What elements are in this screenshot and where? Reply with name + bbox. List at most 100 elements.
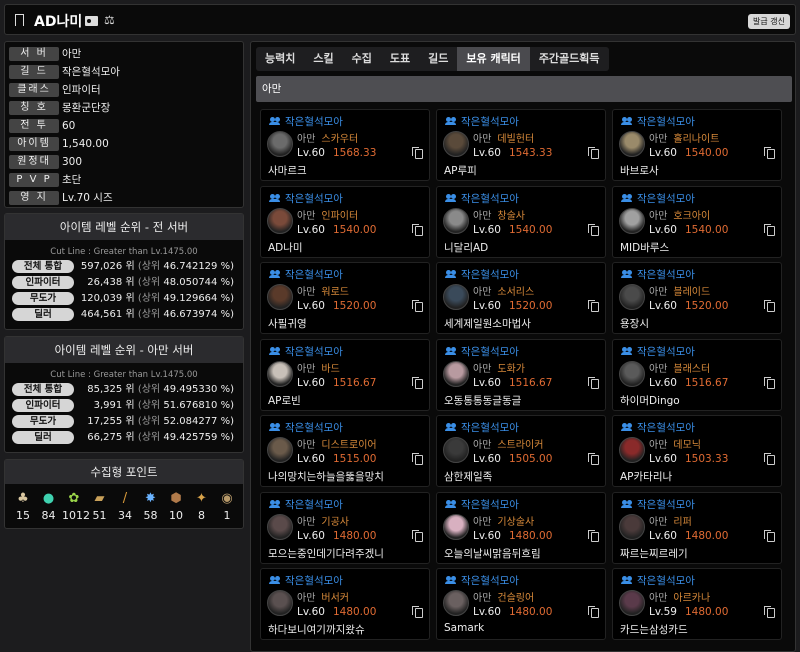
character-card[interactable]: 작은혈석모아 아만 기상술사 Lv.60 1480.00 오늘의날씨맑음뒤흐림 xyxy=(436,491,606,564)
guild-name: 작은혈석모아 xyxy=(621,497,695,512)
copy-icon[interactable] xyxy=(412,453,423,465)
level-line: Lv.60 1503.33 xyxy=(649,453,728,465)
copy-icon[interactable] xyxy=(588,147,599,159)
character-name: 니달리AD xyxy=(444,241,489,254)
copy-icon[interactable] xyxy=(764,453,775,465)
guild-name: 작은혈석모아 xyxy=(621,573,695,588)
rank-number: 85,325 위 xyxy=(87,384,135,395)
info-label: 영 지 xyxy=(9,191,59,205)
refresh-button[interactable]: 발급 갱신 xyxy=(748,14,790,29)
class-name: 블레이드 xyxy=(673,287,711,298)
people-icon xyxy=(269,193,281,202)
copy-icon[interactable] xyxy=(412,300,423,312)
item-level: 1520.00 xyxy=(332,300,377,312)
character-card[interactable]: 작은혈석모아 아만 홀리나이트 Lv.60 1540.00 바브로사 xyxy=(612,109,782,181)
character-card[interactable]: 작은혈석모아 아만 스카우터 Lv.60 1568.33 사마르크 xyxy=(260,109,430,181)
collectible-item[interactable]: ♣ 15 xyxy=(11,490,35,522)
collectible-item[interactable]: ✦ 8 xyxy=(190,490,214,522)
item-level: 1516.67 xyxy=(684,376,729,389)
item-level: 1520.00 xyxy=(508,300,553,312)
copy-icon[interactable] xyxy=(588,606,599,618)
character-name: AP카타리나 xyxy=(620,471,673,483)
copy-icon[interactable] xyxy=(412,529,423,542)
character-card[interactable]: 작은혈석모아 아만 리퍼 Lv.60 1480.00 짜르는찌르레기 xyxy=(612,491,782,564)
guild-label: 작은혈석모아 xyxy=(461,269,519,281)
character-card[interactable]: 작은혈석모아 아만 블레이드 Lv.60 1520.00 용장시 xyxy=(612,262,782,334)
rank-percent-label: (상위 xyxy=(137,400,161,411)
collectible-item[interactable]: ▰ 51 xyxy=(88,490,112,522)
character-card[interactable]: 작은혈석모아 아만 아르카나 Lv.59 1480.00 카드는삼성카드 xyxy=(612,568,782,640)
copy-icon[interactable] xyxy=(588,376,599,389)
tab-1[interactable]: 스킬 xyxy=(304,47,342,71)
guild-name: 작은혈석모아 xyxy=(269,573,343,588)
tab-3[interactable]: 도표 xyxy=(381,47,419,71)
guild-label: 작은혈석모아 xyxy=(285,498,343,511)
guild-name: 작은혈석모아 xyxy=(621,114,695,129)
rank-number: 597,026 위 xyxy=(80,261,135,272)
rank-percent-label: (상위 xyxy=(137,277,161,288)
character-card[interactable]: 작은혈석모아 아만 인파이터 Lv.60 1540.00 AD나미 xyxy=(260,185,430,258)
copy-icon[interactable] xyxy=(764,376,775,389)
copy-icon[interactable] xyxy=(588,300,599,312)
rank-value: 66,275 위 (상위 49.425759 %) xyxy=(87,431,234,444)
copy-icon[interactable] xyxy=(764,606,775,618)
info-value: 아만 xyxy=(62,48,82,60)
character-avatar xyxy=(619,284,645,310)
guild-label: 작은혈석모아 xyxy=(637,116,695,128)
item-level: 1540.00 xyxy=(332,223,377,236)
rank-label: 무도가 xyxy=(12,415,74,428)
collectible-item[interactable]: ✿ 1012 xyxy=(62,490,90,522)
copy-icon[interactable] xyxy=(412,223,423,236)
character-card[interactable]: 작은혈석모아 아만 호크아이 Lv.60 1540.00 MID바루스 xyxy=(612,185,782,258)
scale-icon[interactable]: ⚖ xyxy=(104,13,115,27)
character-card[interactable]: 작은혈석모아 아만 스트라이커 Lv.60 1505.00 삼한제일족 xyxy=(436,415,606,487)
bookmark-icon[interactable] xyxy=(15,14,24,26)
character-avatar xyxy=(619,513,645,540)
tab-5[interactable]: 보유 캐릭터 xyxy=(457,47,530,71)
copy-icon[interactable] xyxy=(588,453,599,465)
copy-icon[interactable] xyxy=(412,147,423,159)
character-card[interactable]: 작은혈석모아 아만 데빌헌터 Lv.60 1543.33 AP루피 xyxy=(436,109,606,181)
id-card-icon[interactable] xyxy=(85,16,98,26)
combat-level: Lv.60 xyxy=(297,147,325,159)
level-line: Lv.60 1516.67 xyxy=(649,377,728,389)
rank-row: 무도가 17,255 위 (상위 52.084277 %) xyxy=(5,414,243,430)
copy-icon[interactable] xyxy=(588,223,599,236)
character-card[interactable]: 작은혈석모아 아만 기공사 Lv.60 1480.00 모으는중인데기다려주겠니 xyxy=(260,491,430,564)
collectible-item[interactable]: ● 84 xyxy=(37,490,61,522)
tab-6[interactable]: 주간골드획득 xyxy=(530,47,609,71)
collectible-item[interactable]: ✸ 58 xyxy=(139,490,163,522)
copy-icon[interactable] xyxy=(764,529,775,542)
people-icon xyxy=(269,423,281,431)
character-card[interactable]: 작은혈석모아 아만 도화가 Lv.60 1516.67 오동통통동글동글 xyxy=(436,338,606,411)
combat-level: Lv.60 xyxy=(297,529,325,542)
people-icon xyxy=(445,576,457,584)
character-card[interactable]: 작은혈석모아 아만 바드 Lv.60 1516.67 AP로빈 xyxy=(260,338,430,411)
character-card[interactable]: 작은혈석모아 아만 디스트로이어 Lv.60 1515.00 나의망치는하늘을뚫을망치 xyxy=(260,415,430,487)
copy-icon[interactable] xyxy=(764,223,775,236)
collectible-item[interactable]: / 34 xyxy=(113,490,137,522)
character-card[interactable]: 작은혈석모아 아만 소서리스 Lv.60 1520.00 세계제일원소마법사 xyxy=(436,262,606,334)
character-card[interactable]: 작은혈석모아 아만 버서커 Lv.60 1480.00 하다보니여기까지왔슈 xyxy=(260,568,430,640)
guild-name: 작은혈석모아 xyxy=(621,267,695,282)
copy-icon[interactable] xyxy=(588,529,599,542)
tab-0[interactable]: 능력치 xyxy=(256,47,304,71)
copy-icon[interactable] xyxy=(764,300,775,312)
character-card[interactable]: 작은혈석모아 아만 워로드 Lv.60 1520.00 사필귀영 xyxy=(260,262,430,334)
collectible-item[interactable]: ⬢ 10 xyxy=(164,490,188,522)
character-name: 오동통통동글동글 xyxy=(444,394,522,407)
collectible-count: 10 xyxy=(169,509,183,522)
copy-icon[interactable] xyxy=(412,606,423,618)
class-name: 스트라이커 xyxy=(497,440,544,451)
tab-2[interactable]: 수집 xyxy=(343,47,381,71)
server-name: 아만 xyxy=(473,134,492,145)
character-card[interactable]: 작은혈석모아 아만 블래스터 Lv.60 1516.67 하이머Dingo xyxy=(612,338,782,411)
collectible-item[interactable]: ◉ 1 xyxy=(215,490,239,522)
character-card[interactable]: 작은혈석모아 아만 데모닉 Lv.60 1503.33 AP카타리나 xyxy=(612,415,782,487)
tab-4[interactable]: 길드 xyxy=(419,47,457,71)
copy-icon[interactable] xyxy=(412,376,423,389)
copy-icon[interactable] xyxy=(764,147,775,159)
character-card[interactable]: 작은혈석모아 아만 창술사 Lv.60 1540.00 니달리AD xyxy=(436,185,606,258)
server-class: 아만 기상술사 xyxy=(473,513,534,528)
character-card[interactable]: 작은혈석모아 아만 건슬링어 Lv.60 1480.00 Samark xyxy=(436,568,606,640)
